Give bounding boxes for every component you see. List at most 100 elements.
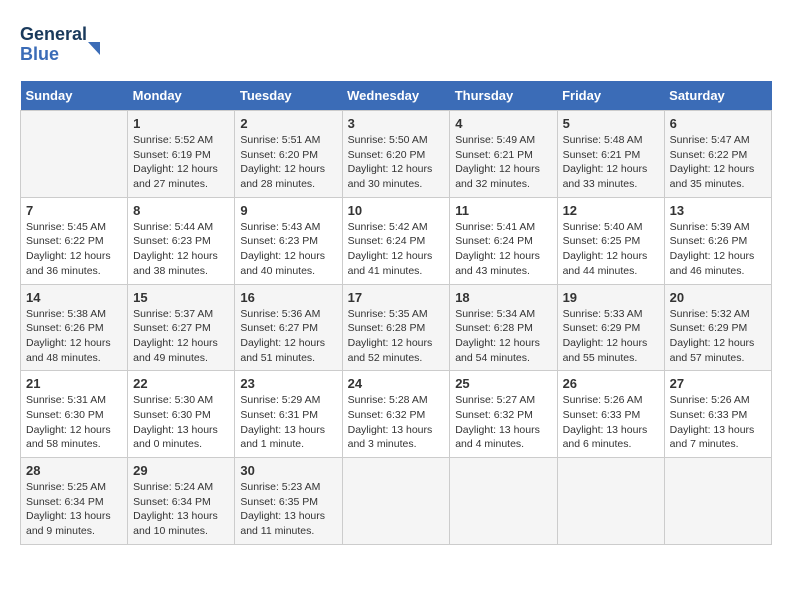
week-row-4: 21 Sunrise: 5:31 AM Sunset: 6:30 PM Dayli… [21,371,772,458]
day-info: Sunrise: 5:50 AM Sunset: 6:20 PM Dayligh… [348,133,445,192]
day-info: Sunrise: 5:52 AM Sunset: 6:19 PM Dayligh… [133,133,229,192]
calendar-cell: 18 Sunrise: 5:34 AM Sunset: 6:28 PM Dayli… [450,284,557,371]
day-header-monday: Monday [128,81,235,111]
svg-text:General: General [20,24,87,44]
day-number: 29 [133,463,229,478]
calendar-cell [21,111,128,198]
day-header-wednesday: Wednesday [342,81,450,111]
calendar-cell: 21 Sunrise: 5:31 AM Sunset: 6:30 PM Dayli… [21,371,128,458]
day-number: 25 [455,376,551,391]
day-number: 3 [348,116,445,131]
calendar-cell: 16 Sunrise: 5:36 AM Sunset: 6:27 PM Dayli… [235,284,342,371]
calendar-cell: 24 Sunrise: 5:28 AM Sunset: 6:32 PM Dayli… [342,371,450,458]
day-info: Sunrise: 5:44 AM Sunset: 6:23 PM Dayligh… [133,220,229,279]
day-number: 16 [240,290,336,305]
day-number: 8 [133,203,229,218]
day-number: 11 [455,203,551,218]
day-header-friday: Friday [557,81,664,111]
calendar-cell: 15Sunrise: 5:37 AM Sunset: 6:27 PM Dayli… [128,284,235,371]
day-number: 22 [133,376,229,391]
calendar-cell: 2Sunrise: 5:51 AM Sunset: 6:20 PM Daylig… [235,111,342,198]
day-number: 27 [670,376,766,391]
calendar-table: SundayMondayTuesdayWednesdayThursdayFrid… [20,81,772,545]
day-info: Sunrise: 5:32 AM Sunset: 6:29 PM Dayligh… [670,307,766,366]
day-number: 1 [133,116,229,131]
day-info: Sunrise: 5:43 AM Sunset: 6:23 PM Dayligh… [240,220,336,279]
day-info: Sunrise: 5:39 AM Sunset: 6:26 PM Dayligh… [670,220,766,279]
calendar-cell: 3 Sunrise: 5:50 AM Sunset: 6:20 PM Daylig… [342,111,450,198]
day-info: Sunrise: 5:31 AM Sunset: 6:30 PM Dayligh… [26,393,122,452]
calendar-cell: 8 Sunrise: 5:44 AM Sunset: 6:23 PM Daylig… [128,197,235,284]
day-number: 19 [563,290,659,305]
day-info: Sunrise: 5:47 AM Sunset: 6:22 PM Dayligh… [670,133,766,192]
calendar-cell: 27 Sunrise: 5:26 AM Sunset: 6:33 PM Dayli… [664,371,771,458]
day-number: 4 [455,116,551,131]
day-number: 26 [563,376,659,391]
day-info: Sunrise: 5:38 AM Sunset: 6:26 PM Dayligh… [26,307,122,366]
calendar-cell: 13 Sunrise: 5:39 AM Sunset: 6:26 PM Dayli… [664,197,771,284]
day-number: 21 [26,376,122,391]
calendar-cell: 28Sunrise: 5:25 AM Sunset: 6:34 PM Dayli… [21,458,128,545]
calendar-cell: 29 Sunrise: 5:24 AM Sunset: 6:34 PM Dayli… [128,458,235,545]
calendar-cell [450,458,557,545]
day-info: Sunrise: 5:34 AM Sunset: 6:28 PM Dayligh… [455,307,551,366]
calendar-cell: 23 Sunrise: 5:29 AM Sunset: 6:31 PM Dayli… [235,371,342,458]
calendar-cell: 22 Sunrise: 5:30 AM Sunset: 6:30 PM Dayli… [128,371,235,458]
day-number: 23 [240,376,336,391]
calendar-cell: 30 Sunrise: 5:23 AM Sunset: 6:35 PM Dayli… [235,458,342,545]
day-number: 7 [26,203,122,218]
day-number: 14 [26,290,122,305]
calendar-cell: 9 Sunrise: 5:43 AM Sunset: 6:23 PM Daylig… [235,197,342,284]
svg-text:Blue: Blue [20,44,59,64]
day-number: 13 [670,203,766,218]
calendar-cell [557,458,664,545]
logo: GeneralBlue [20,20,110,65]
calendar-cell: 17Sunrise: 5:35 AM Sunset: 6:28 PM Dayli… [342,284,450,371]
logo-svg: GeneralBlue [20,20,110,65]
calendar-cell [664,458,771,545]
calendar-cell: 11Sunrise: 5:41 AM Sunset: 6:24 PM Dayli… [450,197,557,284]
calendar-cell: 19 Sunrise: 5:33 AM Sunset: 6:29 PM Dayli… [557,284,664,371]
page-header: GeneralBlue [20,20,772,65]
day-number: 30 [240,463,336,478]
calendar-cell: 10 Sunrise: 5:42 AM Sunset: 6:24 PM Dayli… [342,197,450,284]
day-info: Sunrise: 5:28 AM Sunset: 6:32 PM Dayligh… [348,393,445,452]
day-info: Sunrise: 5:35 AM Sunset: 6:28 PM Dayligh… [348,307,445,366]
day-info: Sunrise: 5:26 AM Sunset: 6:33 PM Dayligh… [670,393,766,452]
day-info: Sunrise: 5:42 AM Sunset: 6:24 PM Dayligh… [348,220,445,279]
day-number: 28 [26,463,122,478]
calendar-cell: 14 Sunrise: 5:38 AM Sunset: 6:26 PM Dayli… [21,284,128,371]
day-number: 5 [563,116,659,131]
day-info: Sunrise: 5:24 AM Sunset: 6:34 PM Dayligh… [133,480,229,539]
day-number: 6 [670,116,766,131]
day-info: Sunrise: 5:29 AM Sunset: 6:31 PM Dayligh… [240,393,336,452]
day-info: Sunrise: 5:48 AM Sunset: 6:21 PM Dayligh… [563,133,659,192]
day-info: Sunrise: 5:45 AM Sunset: 6:22 PM Dayligh… [26,220,122,279]
calendar-cell: 20 Sunrise: 5:32 AM Sunset: 6:29 PM Dayli… [664,284,771,371]
day-number: 12 [563,203,659,218]
calendar-cell [342,458,450,545]
day-info: Sunrise: 5:23 AM Sunset: 6:35 PM Dayligh… [240,480,336,539]
calendar-cell: 12 Sunrise: 5:40 AM Sunset: 6:25 PM Dayli… [557,197,664,284]
day-header-thursday: Thursday [450,81,557,111]
week-row-2: 7 Sunrise: 5:45 AM Sunset: 6:22 PM Daylig… [21,197,772,284]
calendar-cell: 5 Sunrise: 5:48 AM Sunset: 6:21 PM Daylig… [557,111,664,198]
day-info: Sunrise: 5:51 AM Sunset: 6:20 PM Dayligh… [240,133,336,192]
day-info: Sunrise: 5:40 AM Sunset: 6:25 PM Dayligh… [563,220,659,279]
day-number: 24 [348,376,445,391]
day-info: Sunrise: 5:33 AM Sunset: 6:29 PM Dayligh… [563,307,659,366]
day-number: 15 [133,290,229,305]
day-info: Sunrise: 5:30 AM Sunset: 6:30 PM Dayligh… [133,393,229,452]
day-info: Sunrise: 5:36 AM Sunset: 6:27 PM Dayligh… [240,307,336,366]
day-info: Sunrise: 5:49 AM Sunset: 6:21 PM Dayligh… [455,133,551,192]
day-number: 10 [348,203,445,218]
day-number: 9 [240,203,336,218]
week-row-5: 28Sunrise: 5:25 AM Sunset: 6:34 PM Dayli… [21,458,772,545]
day-number: 18 [455,290,551,305]
calendar-cell: 1 Sunrise: 5:52 AM Sunset: 6:19 PM Daylig… [128,111,235,198]
day-header-saturday: Saturday [664,81,771,111]
day-info: Sunrise: 5:26 AM Sunset: 6:33 PM Dayligh… [563,393,659,452]
calendar-cell: 26 Sunrise: 5:26 AM Sunset: 6:33 PM Dayli… [557,371,664,458]
week-row-3: 14 Sunrise: 5:38 AM Sunset: 6:26 PM Dayli… [21,284,772,371]
day-number: 20 [670,290,766,305]
